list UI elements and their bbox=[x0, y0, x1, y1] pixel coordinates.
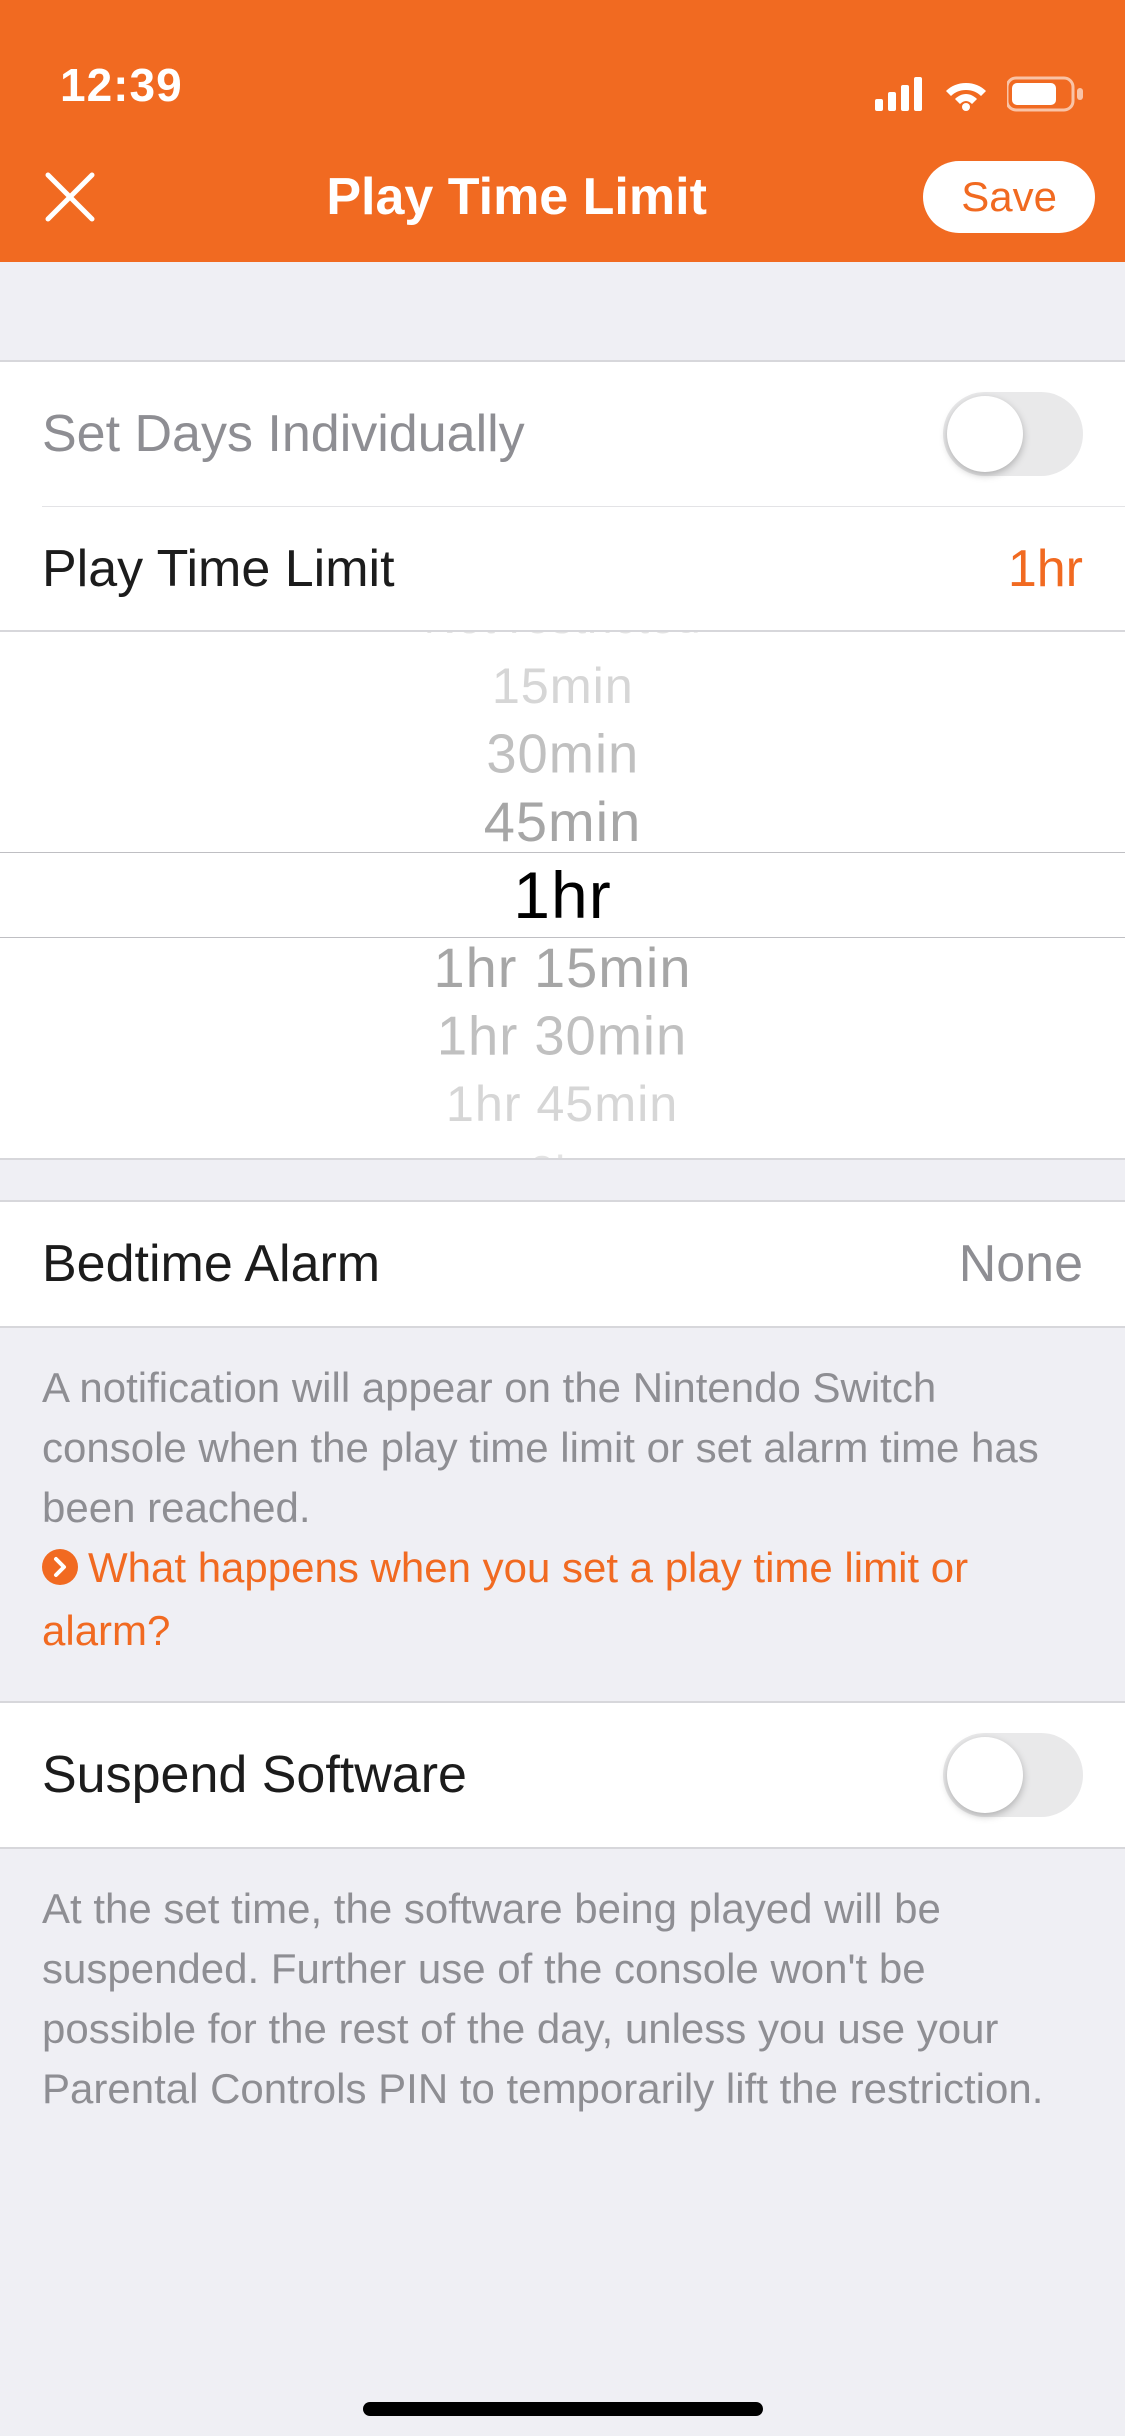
suspend-software-label: Suspend Software bbox=[42, 1745, 467, 1805]
chevron-right-circle-icon bbox=[42, 1541, 78, 1601]
set-days-row: Set Days Individually Play Time Limit 1h… bbox=[0, 360, 1125, 632]
suspend-description: At the set time, the software being play… bbox=[0, 1849, 1125, 2159]
picker-option-selected: 1hr bbox=[513, 856, 611, 934]
battery-icon bbox=[1007, 76, 1085, 112]
time-picker[interactable]: Not restricted 15min 30min 45min 1hr 1hr… bbox=[0, 630, 1125, 1160]
picker-option: Not restricted bbox=[424, 630, 702, 645]
play-time-limit-row[interactable]: Play Time Limit 1hr bbox=[42, 506, 1125, 630]
close-icon bbox=[42, 169, 98, 225]
suspend-software-row: Suspend Software bbox=[0, 1701, 1125, 1849]
picker-option: 2hr bbox=[529, 1145, 596, 1160]
bedtime-description: A notification will appear on the Ninten… bbox=[0, 1328, 1125, 1701]
bedtime-alarm-value: None bbox=[959, 1234, 1083, 1294]
home-indicator bbox=[363, 2402, 763, 2416]
picker-option: 1hr 45min bbox=[446, 1073, 678, 1134]
set-days-toggle[interactable] bbox=[943, 392, 1083, 476]
status-time: 12:39 bbox=[60, 58, 183, 112]
picker-option: 30min bbox=[486, 721, 639, 787]
set-days-label: Set Days Individually bbox=[42, 404, 525, 464]
picker-option: 1hr 30min bbox=[437, 1003, 687, 1069]
bedtime-alarm-row[interactable]: Bedtime Alarm None bbox=[0, 1200, 1125, 1328]
bedtime-alarm-label: Bedtime Alarm bbox=[42, 1234, 380, 1294]
close-button[interactable] bbox=[30, 169, 110, 225]
play-time-limit-value: 1hr bbox=[1008, 539, 1083, 599]
help-link[interactable]: What happens when you set a play time li… bbox=[42, 1544, 968, 1654]
picker-option: 45min bbox=[484, 788, 642, 856]
picker-option: 1hr 15min bbox=[433, 934, 691, 1002]
nav-bar: Play Time Limit Save bbox=[0, 132, 1125, 262]
wifi-icon bbox=[943, 77, 989, 111]
save-button[interactable]: Save bbox=[923, 161, 1095, 233]
play-time-limit-label: Play Time Limit bbox=[42, 539, 395, 599]
suspend-software-toggle[interactable] bbox=[943, 1733, 1083, 1817]
status-bar: 12:39 bbox=[0, 0, 1125, 132]
picker-option: 15min bbox=[492, 655, 634, 716]
page-title: Play Time Limit bbox=[110, 167, 923, 227]
cellular-icon bbox=[875, 77, 925, 111]
